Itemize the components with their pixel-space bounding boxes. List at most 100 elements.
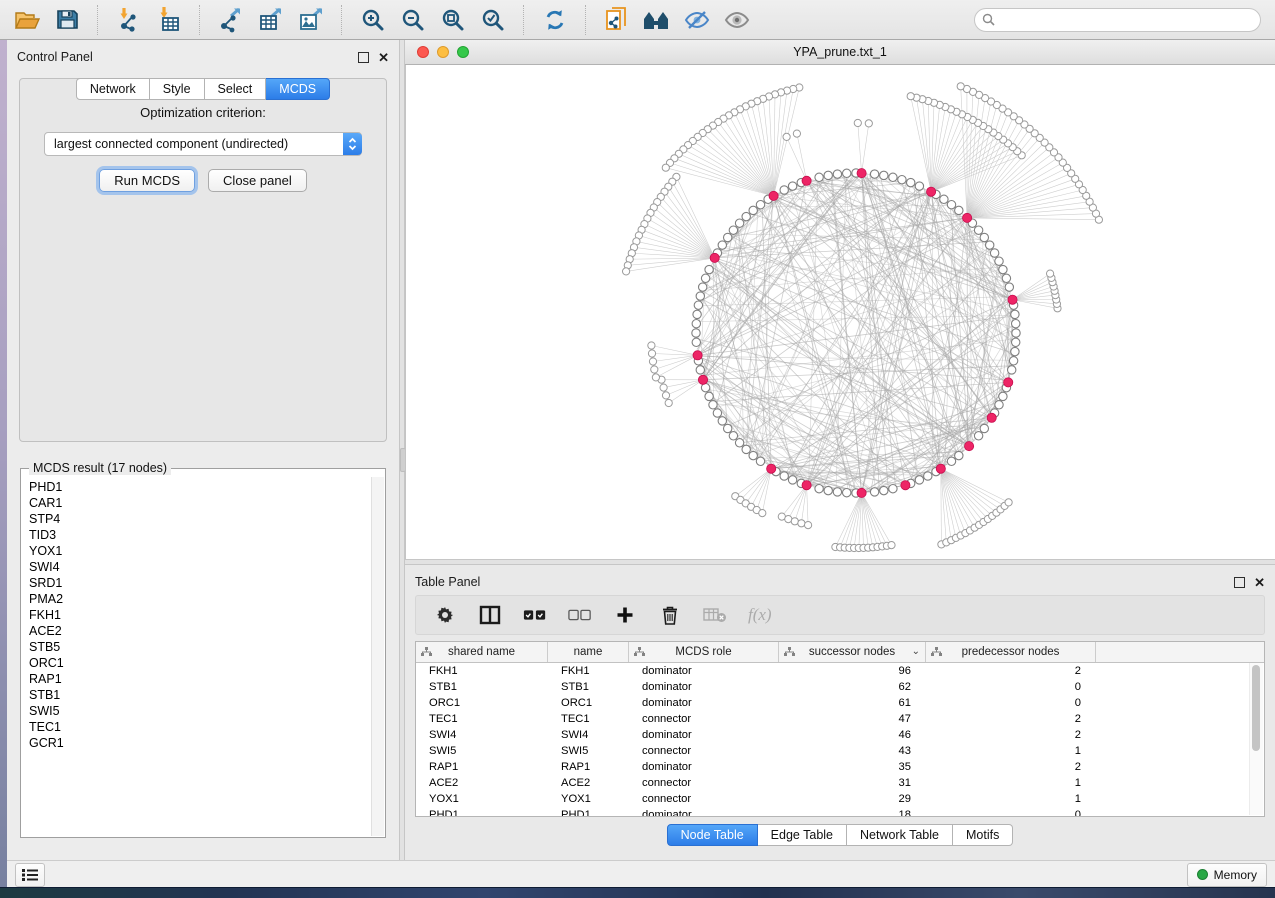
mcds-hub-node[interactable] [1008,295,1017,304]
open-file-icon[interactable] [10,4,44,36]
mcds-hub-node[interactable] [710,253,719,262]
ring-node[interactable] [999,265,1007,273]
table-scrollbar[interactable] [1249,663,1263,815]
export-network-icon[interactable] [214,4,248,36]
leaf-node[interactable] [907,93,914,100]
mcds-hub-node[interactable] [802,176,811,185]
ring-node[interactable] [705,392,713,400]
ring-node[interactable] [724,424,732,432]
optimization-criterion-select[interactable]: largest connected component (undirected) [44,132,362,156]
leaf-node[interactable] [957,83,964,90]
mcds-hub-node[interactable] [802,481,811,490]
ring-node[interactable] [995,401,1003,409]
mcds-hub-node[interactable] [901,481,910,490]
ring-node[interactable] [986,241,994,249]
ring-node[interactable] [696,292,704,300]
ring-node[interactable] [729,432,737,440]
close-panel-button[interactable]: Close panel [208,169,307,192]
ring-node[interactable] [1002,274,1010,282]
ring-node[interactable] [696,366,704,374]
column-header-predecessor-nodes[interactable]: predecessor nodes [926,642,1096,662]
network-canvas[interactable] [405,65,1275,559]
export-image-icon[interactable] [294,4,328,36]
ring-node[interactable] [915,476,923,484]
column-header-successor-nodes[interactable]: successor nodes⌄ [779,642,926,662]
ring-node[interactable] [742,212,750,220]
ring-node[interactable] [880,486,888,494]
ring-node[interactable] [701,274,709,282]
table-row[interactable]: ACE2ACE2connector311 [416,775,1264,791]
column-settings-gear-icon[interactable] [433,603,457,627]
memory-button[interactable]: Memory [1187,863,1267,887]
ring-node[interactable] [692,320,700,328]
ring-node[interactable] [749,206,757,214]
import-network-icon[interactable] [112,4,146,36]
ring-node[interactable] [974,432,982,440]
mcds-hub-node[interactable] [769,191,778,200]
ring-node[interactable] [889,173,897,181]
ring-node[interactable] [756,457,764,465]
ring-node[interactable] [692,329,700,337]
run-mcds-button[interactable]: Run MCDS [99,169,195,192]
mcds-hub-node[interactable] [936,464,945,473]
tab-select[interactable]: Select [205,78,267,100]
ring-node[interactable] [824,171,832,179]
column-header-name[interactable]: name [548,642,629,662]
table-row[interactable]: FKH1FKH1dominator962 [416,663,1264,679]
ring-node[interactable] [889,485,897,493]
delete-column-icon[interactable] [658,603,682,627]
leaf-node[interactable] [805,522,812,529]
float-table-panel-icon[interactable] [1234,577,1245,588]
close-panel-icon[interactable]: ✕ [378,53,389,62]
leaf-node[interactable] [665,399,672,406]
show-all-icon[interactable] [720,4,754,36]
ring-node[interactable] [693,310,701,318]
deselect-all-checkboxes-icon[interactable] [568,603,592,627]
new-network-from-selection-icon[interactable] [600,4,634,36]
ring-node[interactable] [1012,320,1020,328]
mcds-hub-node[interactable] [927,187,936,196]
ring-node[interactable] [705,265,713,273]
ring-node[interactable] [999,392,1007,400]
ring-node[interactable] [1012,329,1020,337]
tab-network[interactable]: Network [76,78,150,100]
table-tab-network-table[interactable]: Network Table [847,824,953,846]
tab-style[interactable]: Style [150,78,205,100]
zoom-selected-icon[interactable] [476,4,510,36]
mcds-hub-node[interactable] [857,488,866,497]
ring-node[interactable] [735,219,743,227]
ring-node[interactable] [955,451,963,459]
ring-node[interactable] [824,486,832,494]
ring-node[interactable] [947,201,955,209]
ring-node[interactable] [718,417,726,425]
ring-node[interactable] [947,457,955,465]
leaf-node[interactable] [793,130,800,137]
ring-node[interactable] [940,195,948,203]
close-table-panel-icon[interactable]: ✕ [1254,578,1265,587]
ring-node[interactable] [713,409,721,417]
leaf-node[interactable] [865,120,872,127]
ring-node[interactable] [980,233,988,241]
ring-node[interactable] [1011,347,1019,355]
ring-node[interactable] [974,226,982,234]
table-row[interactable]: SWI4SWI4dominator462 [416,727,1264,743]
leaf-node[interactable] [648,350,655,357]
leaf-node[interactable] [798,520,805,527]
table-tab-node-table[interactable]: Node Table [667,824,758,846]
table-row[interactable]: TEC1TEC1connector472 [416,711,1264,727]
ring-node[interactable] [709,401,717,409]
search-input[interactable] [974,8,1261,32]
ring-node[interactable] [742,445,750,453]
mcds-hub-node[interactable] [857,169,866,178]
leaf-node[interactable] [623,268,630,275]
ring-node[interactable] [955,206,963,214]
ring-node[interactable] [756,201,764,209]
ring-node[interactable] [990,249,998,257]
ring-node[interactable] [735,439,743,447]
table-row[interactable]: SWI5SWI5connector431 [416,743,1264,759]
table-tab-motifs[interactable]: Motifs [953,824,1013,846]
tab-mcds[interactable]: MCDS [266,78,330,100]
mcds-hub-node[interactable] [693,351,702,360]
mcds-hub-node[interactable] [767,464,776,473]
leaf-node[interactable] [1005,499,1012,506]
